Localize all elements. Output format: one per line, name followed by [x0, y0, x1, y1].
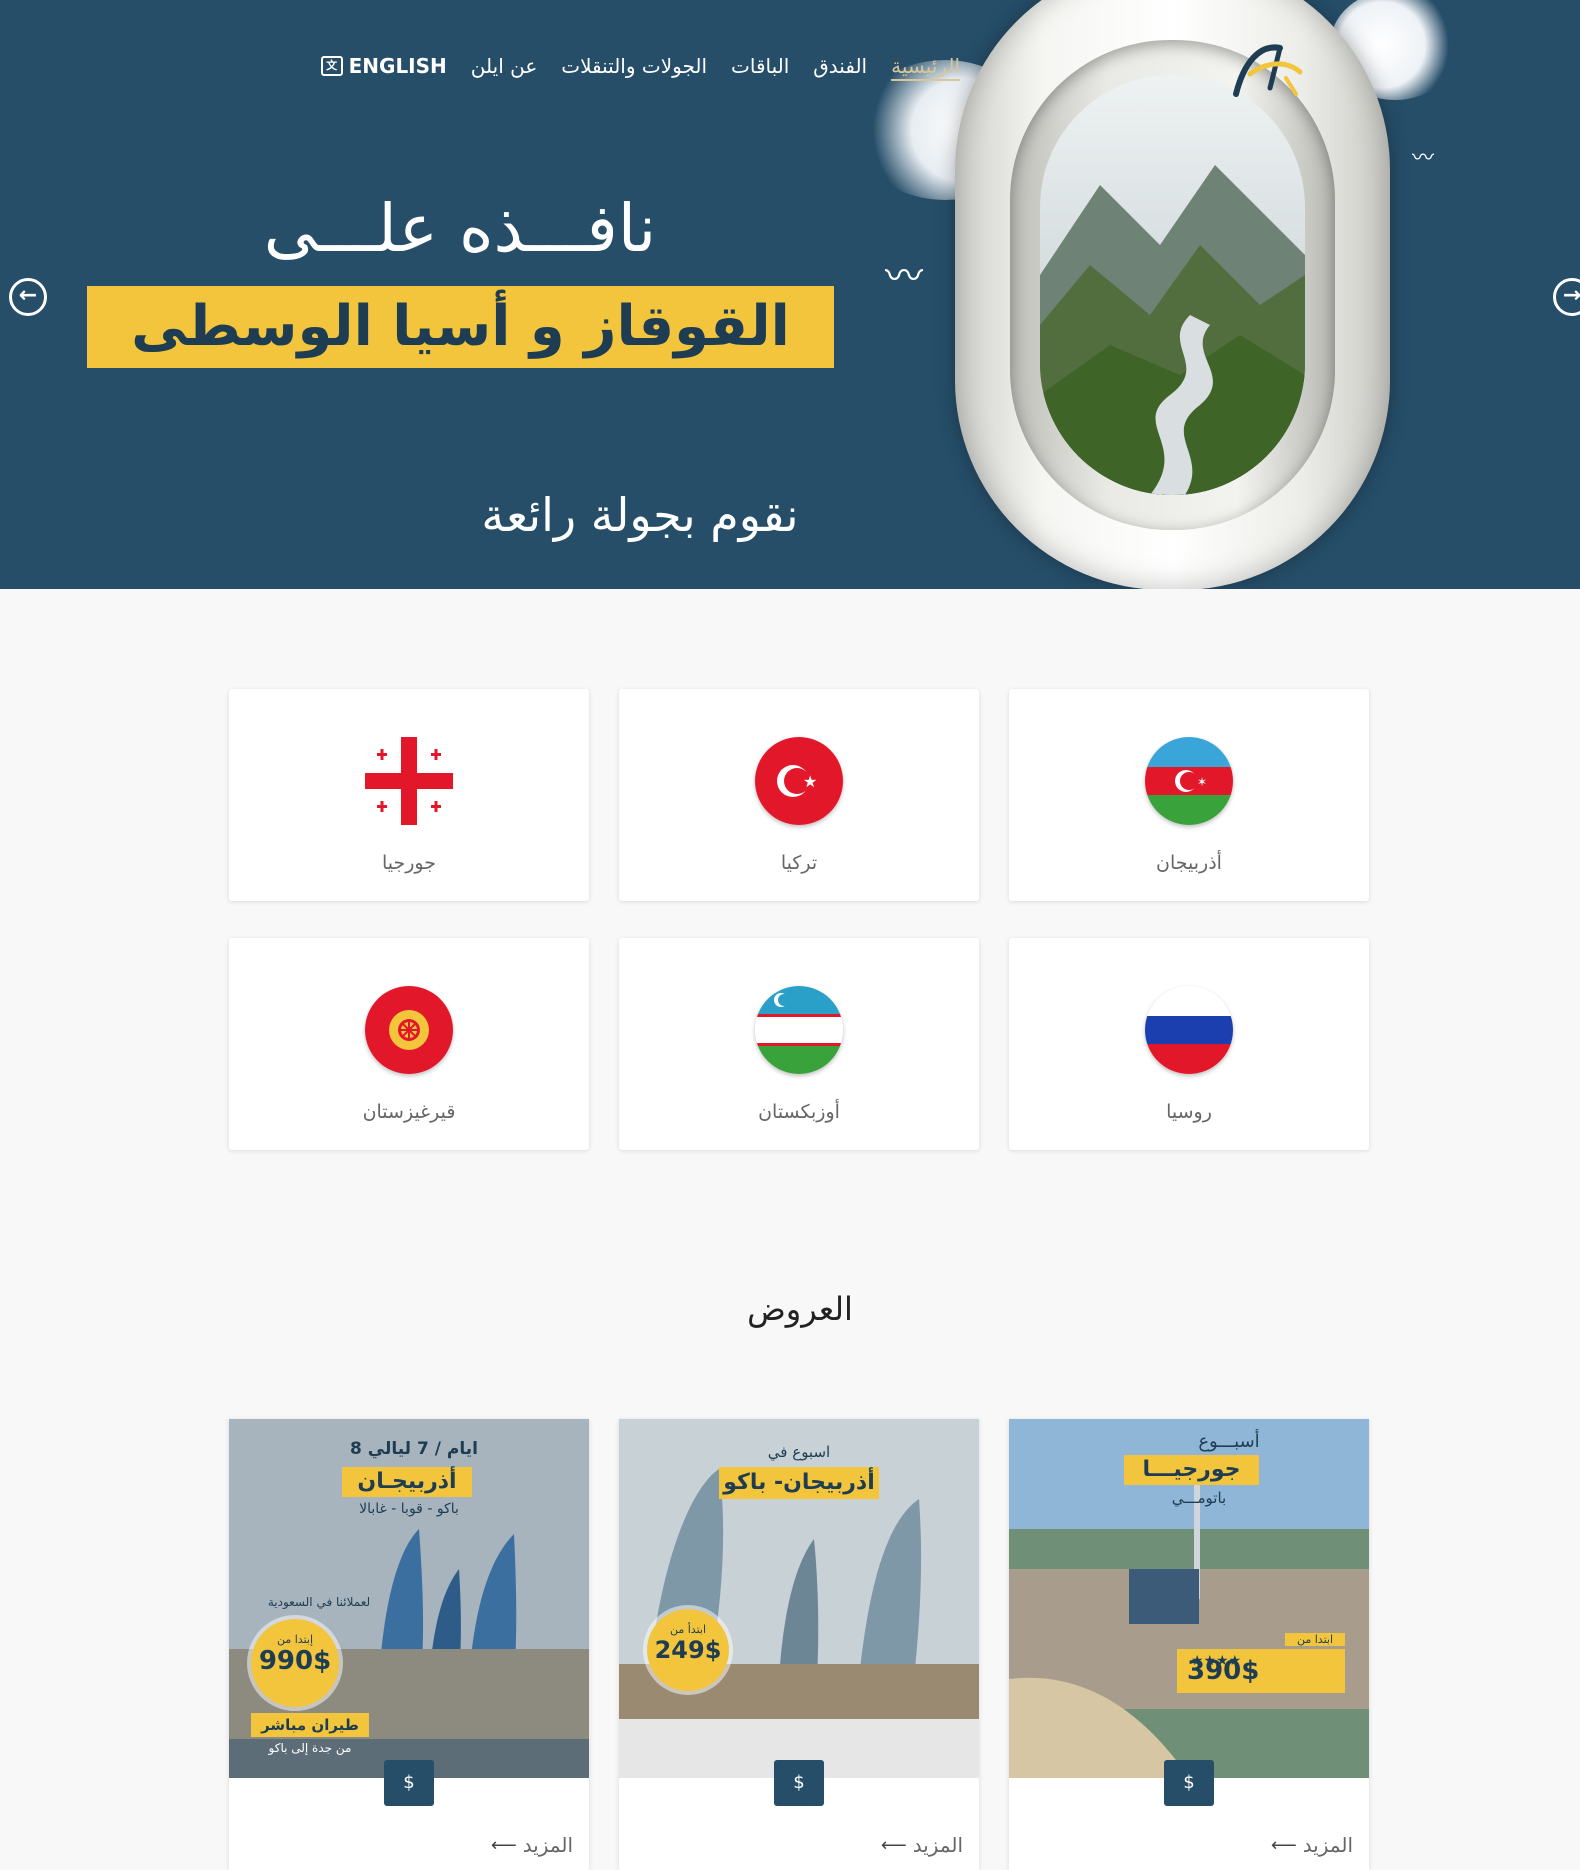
- poster-headline: أذربيجـان: [342, 1467, 472, 1497]
- price-badge: إبتدا من 990$: [251, 1619, 339, 1707]
- turkey-flag-icon: ★: [755, 737, 843, 825]
- georgia-flag-icon: [365, 737, 453, 825]
- more-label: المزيد: [522, 1833, 573, 1857]
- arrow-left-icon: ⟵: [880, 1834, 907, 1856]
- price-prefix: إبتدا من: [276, 1633, 314, 1646]
- slider-next-button[interactable]: →: [1553, 278, 1580, 316]
- more-link[interactable]: ⟵ المزيد: [1271, 1833, 1353, 1857]
- price-value: 249$: [654, 1636, 722, 1664]
- poster-flight-label: طيران مباشر: [251, 1713, 369, 1737]
- price-value: 990$: [258, 1646, 332, 1676]
- country-name: أوزبكستان: [758, 1101, 840, 1123]
- country-card-azerbaijan[interactable]: ✶ أذربيجان: [1009, 689, 1369, 901]
- country-card-georgia[interactable]: جورجيا: [229, 689, 589, 901]
- poster-headline: أذربيجان- باكو: [719, 1467, 879, 1499]
- arrow-left-icon: ⟵: [1270, 1834, 1297, 1856]
- price-button[interactable]: $: [1164, 1760, 1214, 1806]
- price-prefix: ابتدا من: [1285, 1633, 1345, 1646]
- offer-card-georgia[interactable]: أسبـــوع جورجيـــا باتومـــي 390$ ★★★★ ا…: [1009, 1419, 1369, 1870]
- offer-card-azerbaijan[interactable]: 8 ايام / 7 ليالي أذربيجـان باكو - قوبا -…: [229, 1419, 589, 1870]
- translate-icon: 文: [320, 56, 343, 76]
- price-badge: ابتدأ من 249$: [647, 1609, 729, 1691]
- azerbaijan-flag-icon: ✶: [1145, 737, 1233, 825]
- offers-section-title: العروض: [747, 1290, 853, 1328]
- hero-title-highlight: القوقاز و أسيا الوسطى: [87, 286, 834, 368]
- bird-decoration: 〰: [1412, 146, 1435, 171]
- poster-route: من جدة إلى باكو: [268, 1741, 352, 1755]
- nav-tours[interactable]: الجولات والتنقلات: [561, 54, 707, 78]
- nav-about[interactable]: عن ايلن: [471, 54, 537, 78]
- country-card-russia[interactable]: روسيا: [1009, 938, 1369, 1150]
- more-link[interactable]: ⟵ المزيد: [881, 1833, 963, 1857]
- uzbekistan-flag-icon: [755, 986, 843, 1074]
- nav-home[interactable]: الرئيسية: [891, 54, 960, 78]
- poster-subline: باتومـــي: [1171, 1489, 1227, 1507]
- hero-subtitle: نقوم بجولة رائعة: [481, 488, 799, 542]
- svg-text:★: ★: [803, 772, 817, 791]
- more-link[interactable]: ⟵ المزيد: [491, 1833, 573, 1857]
- poster-kicker: اسبوع في: [767, 1443, 831, 1461]
- mountain-landscape-image: [1040, 75, 1305, 495]
- russia-flag-icon: [1145, 986, 1233, 1074]
- main-nav: الرئيسية الفندق الباقات الجولات والتنقلا…: [270, 46, 960, 86]
- country-card-turkey[interactable]: ★ تركيا: [619, 689, 979, 901]
- nav-hotel[interactable]: الفندق: [813, 54, 867, 78]
- hero-title: نافـــذه علـــى: [263, 190, 657, 267]
- price-prefix: ابتدأ من: [669, 1623, 707, 1636]
- price-button[interactable]: $: [384, 1760, 434, 1806]
- offer-card-baku[interactable]: اسبوع في أذربيجان- باكو ابتدأ من 249$ $ …: [619, 1419, 979, 1870]
- country-name: تركيا: [780, 852, 818, 874]
- country-card-uzbekistan[interactable]: أوزبكستان: [619, 938, 979, 1150]
- poster-stars: ★★★★: [1190, 1653, 1242, 1669]
- more-label: المزيد: [1302, 1833, 1353, 1857]
- svg-text:✶: ✶: [1197, 775, 1207, 789]
- bird-decoration: 〰: [885, 254, 924, 298]
- slider-prev-button[interactable]: ←: [9, 278, 47, 316]
- arrow-left-icon: ⟵: [490, 1834, 517, 1856]
- country-name: روسيا: [1166, 1101, 1212, 1123]
- nav-packages[interactable]: الباقات: [731, 54, 789, 78]
- hero-banner: الرئيسية الفندق الباقات الجولات والتنقلا…: [0, 0, 1580, 589]
- price-button[interactable]: $: [774, 1760, 824, 1806]
- poster-note: لعملائنا في السعودية: [267, 1595, 371, 1609]
- poster-kicker: 8 ايام / 7 ليالي: [350, 1439, 478, 1459]
- country-name: أذربيجان: [1156, 852, 1222, 874]
- language-switch[interactable]: 文 ENGLISH: [320, 54, 447, 78]
- language-label: ENGLISH: [348, 54, 447, 78]
- poster-headline: جورجيـــا: [1124, 1455, 1259, 1485]
- site-logo[interactable]: [1230, 38, 1306, 102]
- more-label: المزيد: [912, 1833, 963, 1857]
- poster-subline: باكو - قوبا - غابالا: [359, 1501, 459, 1517]
- country-name: جورجيا: [381, 852, 436, 874]
- kyrgyzstan-flag-icon: [365, 986, 453, 1074]
- poster-kicker: أسبـــوع: [1198, 1431, 1260, 1452]
- country-name: قيرغيزستان: [362, 1101, 456, 1123]
- country-card-kyrgyzstan[interactable]: قيرغيزستان: [229, 938, 589, 1150]
